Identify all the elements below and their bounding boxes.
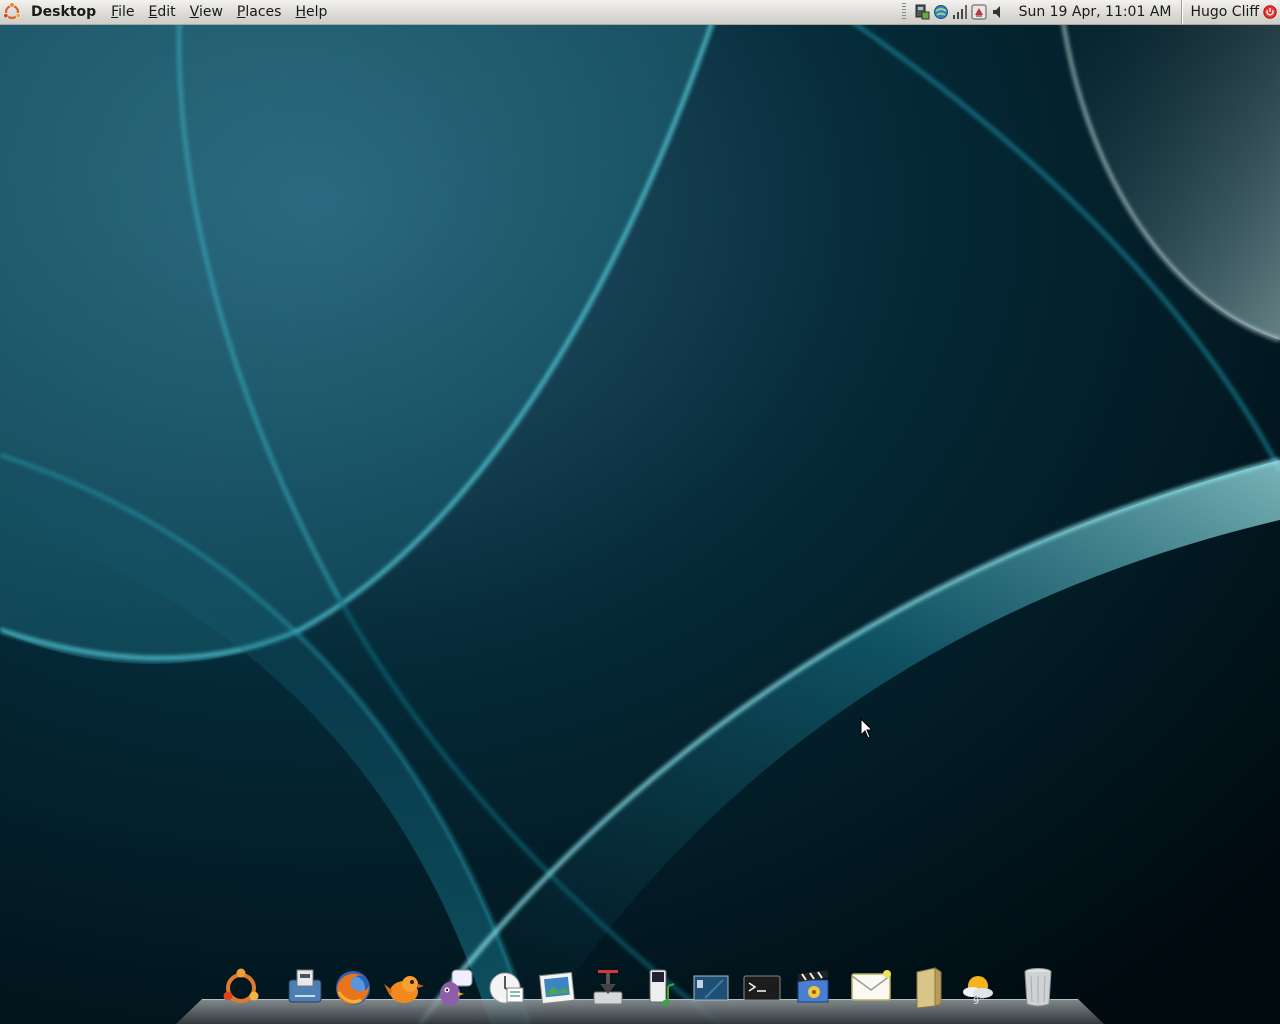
menu-view[interactable]: View — [190, 4, 223, 20]
email-client-icon[interactable] — [485, 966, 529, 1010]
gwibber-icon[interactable] — [382, 966, 426, 1010]
menu-places[interactable]: Places — [237, 4, 282, 20]
firefox-icon[interactable] — [331, 966, 375, 1010]
active-app-name[interactable]: Desktop — [31, 4, 96, 20]
terminal-icon[interactable] — [740, 966, 784, 1010]
system-monitor-icon[interactable] — [914, 4, 930, 20]
video-player-icon[interactable] — [792, 966, 836, 1010]
signal-strength-icon[interactable] — [952, 4, 968, 20]
clock[interactable]: Sun 19 Apr, 11:01 AM — [1019, 4, 1172, 20]
weather-icon[interactable] — [956, 966, 1000, 1010]
download-manager-icon[interactable] — [586, 966, 630, 1010]
music-player-icon[interactable] — [640, 966, 684, 1010]
image-viewer-icon[interactable] — [535, 966, 579, 1010]
network-manager-icon[interactable] — [933, 4, 949, 20]
menu-file[interactable]: File — [111, 4, 134, 20]
volume-icon[interactable] — [990, 4, 1006, 20]
ubuntu-icon[interactable] — [219, 966, 263, 1010]
tray-drag-handle[interactable] — [901, 3, 906, 21]
menu-edit[interactable]: Edit — [149, 4, 176, 20]
file-manager-icon[interactable] — [907, 966, 951, 1010]
panel-separator — [1181, 0, 1183, 24]
power-icon[interactable] — [1263, 5, 1277, 19]
screenlet-icon[interactable] — [283, 966, 327, 1010]
top-panel: Desktop File Edit View Places Help Sun 1… — [0, 0, 1280, 25]
pidgin-icon[interactable] — [432, 966, 476, 1010]
desktop-switcher-icon[interactable] — [689, 966, 733, 1010]
menu-help[interactable]: Help — [295, 4, 327, 20]
panel-tray-area: Sun 19 Apr, 11:01 AM Hugo Cliff — [901, 0, 1280, 24]
panel-menu-bar: Desktop File Edit View Places Help — [0, 0, 341, 24]
trash-icon[interactable] — [1016, 966, 1060, 1010]
user-menu[interactable]: Hugo Cliff — [1190, 4, 1259, 20]
mail-notification-icon[interactable] — [849, 966, 893, 1010]
ubuntu-logo-icon[interactable] — [1, 1, 23, 23]
desktop-wallpaper[interactable] — [0, 0, 1280, 1024]
mouse-cursor-icon — [860, 718, 874, 739]
update-notifier-icon[interactable] — [971, 4, 987, 20]
